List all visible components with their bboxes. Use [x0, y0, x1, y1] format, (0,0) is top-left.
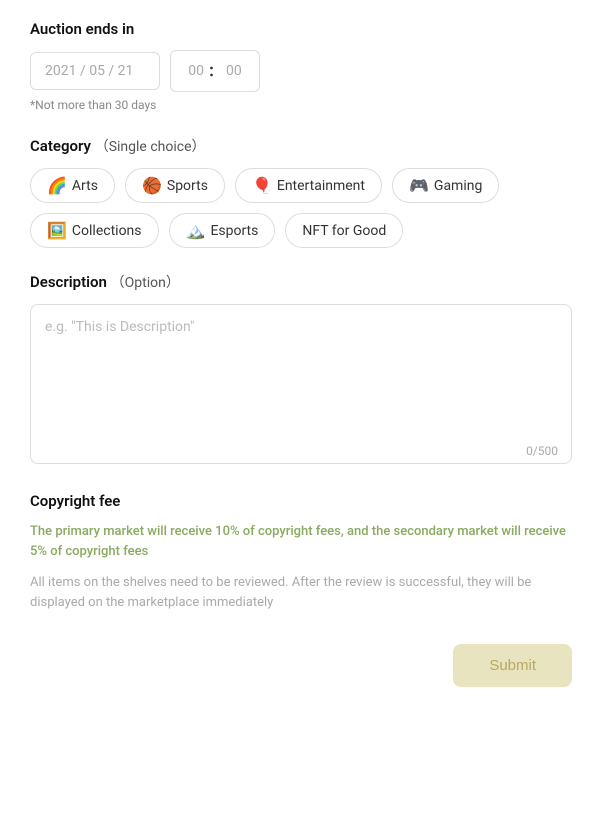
copyright-section: Copyright fee The primary market will re…: [30, 492, 572, 612]
time-input[interactable]: 00 ： 00: [170, 50, 260, 92]
chip-entertainment[interactable]: 🎈 Entertainment: [235, 168, 382, 203]
chip-esports[interactable]: 🏔️ Esports: [169, 213, 276, 248]
submit-row: Submit: [30, 644, 572, 687]
copyright-label: Copyright fee: [30, 492, 572, 510]
chip-collections-label: Collections: [72, 223, 142, 239]
date-input[interactable]: 2021 / 05 / 21: [30, 52, 160, 90]
hour-placeholder: 00: [188, 63, 204, 79]
arts-icon: 🌈: [47, 176, 67, 195]
description-label: Description （Option）: [30, 272, 572, 292]
description-section: Description （Option） 0/500: [30, 272, 572, 468]
submit-button[interactable]: Submit: [453, 644, 572, 687]
category-section: Category （Single choice） 🌈 Arts 🏀 Sports…: [30, 136, 572, 248]
minute-placeholder: 00: [226, 63, 242, 79]
chip-arts-label: Arts: [72, 178, 98, 194]
chip-collections[interactable]: 🖼️ Collections: [30, 213, 159, 248]
gaming-icon: 🎮: [409, 176, 429, 195]
sports-icon: 🏀: [142, 176, 162, 195]
chip-sports[interactable]: 🏀 Sports: [125, 168, 225, 203]
auction-section: Auction ends in 2021 / 05 / 21 00 ： 00 *…: [30, 20, 572, 112]
chip-gaming-label: Gaming: [434, 178, 482, 194]
category-label: Category （Single choice）: [30, 136, 572, 156]
chip-nftforgood[interactable]: NFT for Good: [285, 213, 403, 248]
auction-hint: *Not more than 30 days: [30, 98, 572, 112]
entertainment-icon: 🎈: [252, 176, 272, 195]
date-placeholder: 2021 / 05 / 21: [45, 63, 133, 79]
collections-icon: 🖼️: [47, 221, 67, 240]
time-separator: ：: [208, 61, 222, 81]
esports-icon: 🏔️: [186, 221, 206, 240]
char-count: 0/500: [526, 444, 558, 458]
auction-label: Auction ends in: [30, 20, 572, 38]
chip-sports-label: Sports: [167, 178, 208, 194]
chip-esports-label: Esports: [210, 223, 258, 239]
description-textarea[interactable]: [30, 304, 572, 464]
chip-nftforgood-label: NFT for Good: [302, 223, 386, 239]
description-wrapper: 0/500: [30, 304, 572, 468]
chip-arts[interactable]: 🌈 Arts: [30, 168, 115, 203]
chip-gaming[interactable]: 🎮 Gaming: [392, 168, 499, 203]
chip-entertainment-label: Entertainment: [277, 178, 365, 194]
category-chips: 🌈 Arts 🏀 Sports 🎈 Entertainment 🎮 Gaming…: [30, 168, 572, 248]
auction-fields: 2021 / 05 / 21 00 ： 00: [30, 50, 572, 92]
copyright-primary-text: The primary market will receive 10% of c…: [30, 522, 572, 561]
copyright-secondary-text: All items on the shelves need to be revi…: [30, 573, 572, 612]
